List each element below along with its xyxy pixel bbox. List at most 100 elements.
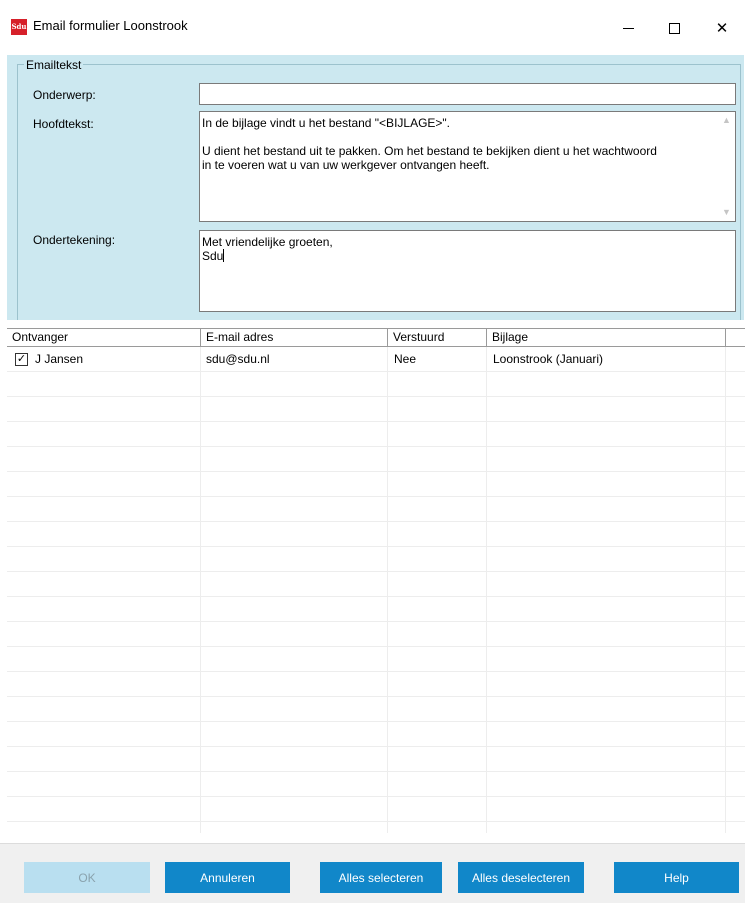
empty-cell: [487, 747, 726, 772]
column-header-ontvanger[interactable]: Ontvanger: [7, 329, 201, 346]
empty-cell: [388, 522, 487, 547]
empty-row: [7, 572, 745, 597]
empty-cell: [487, 697, 726, 722]
empty-cell: [487, 372, 726, 397]
empty-cell: [487, 722, 726, 747]
empty-cell: [7, 597, 201, 622]
empty-cell: [7, 447, 201, 472]
minimize-button[interactable]: [605, 10, 651, 46]
empty-row: [7, 597, 745, 622]
empty-cell: [201, 772, 388, 797]
empty-cell: [201, 547, 388, 572]
hoofdtekst-value: In de bijlage vindt u het bestand "<BIJL…: [202, 116, 657, 172]
empty-cell: [388, 622, 487, 647]
ondertekening-textarea[interactable]: Met vriendelijke groeten, Sdu: [199, 230, 736, 312]
maximize-button[interactable]: [651, 10, 697, 46]
empty-cell: [201, 697, 388, 722]
empty-cell: [487, 797, 726, 822]
onderwerp-label: Onderwerp:: [33, 88, 96, 102]
empty-cell: [7, 422, 201, 447]
empty-row: [7, 797, 745, 822]
empty-cell: [487, 672, 726, 697]
empty-row: [7, 497, 745, 522]
cell-bijlage: Loonstrook (Januari): [487, 347, 726, 372]
empty-row: [7, 647, 745, 672]
sdu-logo-icon: Sdu: [11, 19, 27, 35]
empty-cell: [7, 547, 201, 572]
empty-row: [7, 697, 745, 722]
empty-cell: [201, 647, 388, 672]
empty-row: [7, 372, 745, 397]
empty-cell: [388, 422, 487, 447]
emailtekst-legend: Emailtekst: [24, 58, 84, 72]
empty-cell: [201, 447, 388, 472]
column-header-verstuurd[interactable]: Verstuurd: [388, 329, 487, 346]
empty-row: [7, 472, 745, 497]
ok-button[interactable]: OK: [24, 862, 150, 893]
empty-cell: [487, 822, 726, 833]
empty-cell: [487, 422, 726, 447]
title-bar: Sdu Email formulier Loonstrook ✕: [0, 0, 745, 58]
empty-cell: [7, 647, 201, 672]
cell-email: sdu@sdu.nl: [201, 347, 388, 372]
cell-ontvanger: ✓ J Jansen: [7, 347, 201, 372]
empty-cell: [201, 672, 388, 697]
empty-cell: [388, 747, 487, 772]
empty-row: [7, 447, 745, 472]
close-icon: ✕: [715, 20, 729, 37]
empty-cell: [201, 622, 388, 647]
empty-cell: [201, 372, 388, 397]
onderwerp-input[interactable]: [199, 83, 736, 105]
empty-cell: [388, 497, 487, 522]
empty-cell: [201, 497, 388, 522]
alles-selecteren-button[interactable]: Alles selecteren: [320, 862, 442, 893]
empty-cell: [487, 572, 726, 597]
empty-row: [7, 672, 745, 697]
scroll-up-icon[interactable]: ▲: [718, 112, 735, 129]
empty-cell: [487, 472, 726, 497]
empty-cell: [487, 622, 726, 647]
empty-cell: [7, 822, 201, 833]
empty-cell: [388, 647, 487, 672]
column-header-bijlage[interactable]: Bijlage: [487, 329, 726, 346]
empty-cell: [201, 722, 388, 747]
empty-cell: [201, 822, 388, 833]
empty-row: [7, 772, 745, 797]
empty-cell: [7, 572, 201, 597]
empty-cell: [7, 747, 201, 772]
empty-cell: [201, 747, 388, 772]
minimize-icon: [622, 27, 634, 29]
button-bar: OK Annuleren Alles selecteren Alles dese…: [0, 843, 745, 903]
empty-cell: [7, 622, 201, 647]
window-title: Email formulier Loonstrook: [33, 18, 188, 33]
emailtekst-panel: Emailtekst Onderwerp: Hoofdtekst: In de …: [7, 55, 744, 320]
empty-cell: [201, 572, 388, 597]
ondertekening-value: Met vriendelijke groeten, Sdu: [202, 235, 333, 263]
hoofdtekst-label: Hoofdtekst:: [33, 117, 94, 131]
empty-cell: [388, 672, 487, 697]
empty-cell: [7, 722, 201, 747]
scroll-down-icon[interactable]: ▼: [718, 204, 735, 221]
empty-cell: [7, 472, 201, 497]
empty-cell: [487, 397, 726, 422]
empty-row: [7, 397, 745, 422]
empty-cell: [201, 797, 388, 822]
hoofdtekst-textarea[interactable]: In de bijlage vindt u het bestand "<BIJL…: [199, 111, 736, 222]
empty-cell: [7, 797, 201, 822]
empty-cell: [388, 397, 487, 422]
close-button[interactable]: ✕: [699, 10, 745, 46]
empty-row: [7, 522, 745, 547]
empty-row: [7, 722, 745, 747]
empty-cell: [487, 522, 726, 547]
empty-cell: [388, 797, 487, 822]
alles-deselecteren-button[interactable]: Alles deselecteren: [458, 862, 584, 893]
column-header-email[interactable]: E-mail adres: [201, 329, 388, 346]
empty-row: [7, 547, 745, 572]
table-row[interactable]: ✓ J Jansen sdu@sdu.nl Nee Loonstrook (Ja…: [7, 347, 745, 372]
row-checkbox[interactable]: ✓: [15, 353, 28, 366]
hoofdtekst-scrollbar[interactable]: ▲ ▼: [718, 112, 735, 221]
help-button[interactable]: Help: [614, 862, 739, 893]
empty-cell: [201, 397, 388, 422]
recipients-grid: Ontvanger E-mail adres Verstuurd Bijlage…: [7, 328, 745, 833]
annuleren-button[interactable]: Annuleren: [165, 862, 290, 893]
